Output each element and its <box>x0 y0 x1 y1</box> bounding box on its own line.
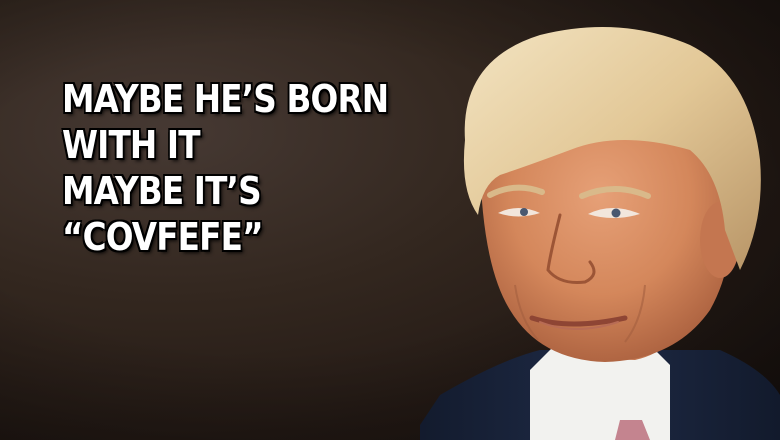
portrait-illustration <box>420 27 780 440</box>
caption-line-4: “COVFEFE” <box>62 215 264 259</box>
caption-line-2: WITH IT <box>62 123 201 167</box>
meme-caption: MAYBE HE’S BORN WITH IT MAYBE IT’S “COVF… <box>62 76 389 260</box>
man-portrait <box>420 0 780 440</box>
caption-line-3: MAYBE IT’S <box>62 169 262 213</box>
caption-line-1: MAYBE HE’S BORN <box>62 77 389 121</box>
meme-image: MAYBE HE’S BORN WITH IT MAYBE IT’S “COVF… <box>0 0 780 440</box>
